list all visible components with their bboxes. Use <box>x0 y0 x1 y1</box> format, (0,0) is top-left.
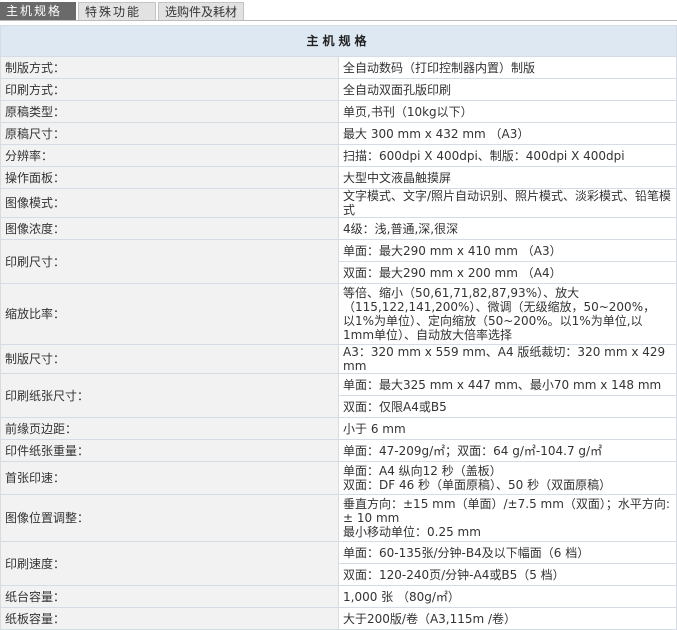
tab-main-specs[interactable]: 主机规格 <box>0 2 76 20</box>
spec-value-line: 双面：DF 46 秒（单面原稿）、50 秒（双面原稿） <box>343 478 612 492</box>
spec-value-line: 单页,书刊（10kg以下） <box>343 104 473 119</box>
spec-value: 大于200版/卷（A3,115m /卷） <box>338 607 677 630</box>
spec-value-line: 单面：47-209g/㎡；双面：64 g/㎡-104.7 g/㎡ <box>343 443 603 458</box>
spec-label: 图像模式： <box>0 188 339 218</box>
spec-value: 最大 300 mm x 432 mm （A3） <box>338 122 677 145</box>
spec-value: A3：320 mm x 559 mm、A4 版纸裁切：320 mm x 429 … <box>338 344 677 374</box>
spec-value-line: 最大 300 mm x 432 mm （A3） <box>343 126 530 141</box>
spec-value: 4级：浅,普通,深,很深 <box>338 217 677 240</box>
spec-label: 缩放比率： <box>0 283 339 345</box>
spec-row: 制版方式： 全自动数码（打印控制器内置）制版 <box>0 56 677 79</box>
spec-label: 制版方式： <box>0 56 339 79</box>
spec-label: 印刷速度： <box>0 541 339 586</box>
spec-value: 小于 6 mm <box>338 417 677 440</box>
spec-value: 单面：最大325 mm x 447 mm、最小70 mm x 148 mm <box>338 373 677 396</box>
spec-value: 文字模式、文字/照片自动识别、照片模式、淡彩模式、铅笔模式 <box>338 188 677 218</box>
spec-row: 制版尺寸： A3：320 mm x 559 mm、A4 版纸裁切：320 mm x… <box>0 344 677 374</box>
spec-value-line: 小于 6 mm <box>343 421 406 436</box>
spec-value-line: 大于200版/卷（A3,115m /卷） <box>343 611 517 626</box>
spec-label: 制版尺寸： <box>0 344 339 374</box>
spec-value-line: 文字模式、文字/照片自动识别、照片模式、淡彩模式、铅笔模式 <box>343 189 672 217</box>
spec-table: 主机规格 制版方式： 全自动数码（打印控制器内置）制版 印刷方式： 全自动双面孔版印刷… <box>0 25 677 630</box>
spec-label: 分辨率： <box>0 144 339 167</box>
spec-value-line: 扫描：600dpi X 400dpi、制版：400dpi X 400dpi <box>343 148 625 163</box>
spec-row: 纸板容量： 大于200版/卷（A3,115m /卷） <box>0 607 677 630</box>
spec-value: 大型中文液晶触摸屏 <box>338 166 677 189</box>
tab-bar: 主机规格 特殊功能 选购件及耗材 <box>0 0 677 21</box>
spec-table-title: 主机规格 <box>0 25 677 57</box>
spec-row: 原稿尺寸： 最大 300 mm x 432 mm （A3） <box>0 122 677 145</box>
tab-special-features[interactable]: 特殊功能 <box>78 2 156 20</box>
spec-row: 图像位置调整： 垂直方向：±15 mm（单面）/±7.5 mm（双面）；水平方向:… <box>0 494 677 542</box>
spec-label: 印刷尺寸： <box>0 239 339 284</box>
spec-row: 缩放比率： 等倍、缩小（50,61,71,82,87,93%）、放大（115,12… <box>0 283 677 345</box>
spec-label: 前缘页边距： <box>0 417 339 440</box>
spec-value: 1,000 张 （80g/㎡） <box>338 585 677 608</box>
spec-label: 纸台容量： <box>0 585 339 608</box>
spec-value-line: 1,000 张 （80g/㎡） <box>343 589 460 604</box>
tab-options-consumables[interactable]: 选购件及耗材 <box>158 2 244 20</box>
spec-value-line: 等倍、缩小（50,61,71,82,87,93%）、放大（115,122,141… <box>343 286 656 314</box>
spec-label: 印刷纸张尺寸： <box>0 373 339 418</box>
spec-row: 印刷纸张尺寸： 单面：最大325 mm x 447 mm、最小70 mm x 14… <box>0 373 677 418</box>
spec-label: 图像位置调整： <box>0 494 339 542</box>
spec-value: 全自动数码（打印控制器内置）制版 <box>338 56 677 79</box>
spec-value-line: 大型中文液晶触摸屏 <box>343 170 452 185</box>
spec-row: 图像模式： 文字模式、文字/照片自动识别、照片模式、淡彩模式、铅笔模式 <box>0 188 677 218</box>
spec-value: 等倍、缩小（50,61,71,82,87,93%）、放大（115,122,141… <box>338 283 677 345</box>
spec-label: 首张印速： <box>0 461 339 495</box>
spec-label: 原稿类型： <box>0 100 339 123</box>
spec-row: 分辨率： 扫描：600dpi X 400dpi、制版：400dpi X 400dp… <box>0 144 677 167</box>
spec-value-line: 垂直方向：±15 mm（单面）/±7.5 mm（双面）；水平方向: ± 10 m… <box>343 497 670 525</box>
spec-label: 印件纸张重量： <box>0 439 339 462</box>
spec-row: 操作面板： 大型中文液晶触摸屏 <box>0 166 677 189</box>
spec-value: 双面：仅限A4或B5 <box>338 395 677 418</box>
spec-row: 首张印速： 单面：A4 纵向12 秒（盖板） 双面：DF 46 秒（单面原稿）、50… <box>0 461 677 495</box>
spec-value: 单面：47-209g/㎡；双面：64 g/㎡-104.7 g/㎡ <box>338 439 677 462</box>
spec-label: 图像浓度： <box>0 217 339 240</box>
spec-value-line: 全自动数码（打印控制器内置）制版 <box>343 60 536 75</box>
spec-value: 垂直方向：±15 mm（单面）/±7.5 mm（双面）；水平方向: ± 10 m… <box>338 494 677 542</box>
spec-value-line: 以1%为单位）、定向缩放（50~200%。以1%为单位,以1mm单位）、自动放大… <box>343 314 643 342</box>
spec-table-header-row: 主机规格 <box>0 25 677 57</box>
spec-value: 单面：A4 纵向12 秒（盖板） 双面：DF 46 秒（单面原稿）、50 秒（双面… <box>338 461 677 495</box>
spec-label: 原稿尺寸： <box>0 122 339 145</box>
spec-value: 双面：120-240页/分钟-A4或B5（5 档） <box>338 563 677 586</box>
spec-value-line: 全自动双面孔版印刷 <box>343 82 452 97</box>
spec-label: 印刷方式： <box>0 78 339 101</box>
spec-label: 纸板容量： <box>0 607 339 630</box>
spec-value-line: 最小移动单位：0.25 mm <box>343 525 481 539</box>
spec-value-line: A3：320 mm x 559 mm、A4 版纸裁切：320 mm x 429 … <box>343 345 666 373</box>
spec-value-line: 4级：浅,普通,深,很深 <box>343 221 459 236</box>
spec-value: 单面：60-135张/分钟-B4及以下幅面（6 档） <box>338 541 677 564</box>
spec-row: 图像浓度： 4级：浅,普通,深,很深 <box>0 217 677 240</box>
spec-value: 双面：最大290 mm x 200 mm （A4） <box>338 261 677 284</box>
spec-row: 印刷方式： 全自动双面孔版印刷 <box>0 78 677 101</box>
spec-value: 全自动双面孔版印刷 <box>338 78 677 101</box>
spec-row: 印件纸张重量： 单面：47-209g/㎡；双面：64 g/㎡-104.7 g/㎡ <box>0 439 677 462</box>
spec-value: 单面：最大290 mm x 410 mm （A3） <box>338 239 677 262</box>
spec-row: 前缘页边距： 小于 6 mm <box>0 417 677 440</box>
spec-row: 印刷速度： 单面：60-135张/分钟-B4及以下幅面（6 档） <box>0 541 677 586</box>
spec-value-line: 单面：A4 纵向12 秒（盖板） <box>343 464 502 478</box>
spec-label: 操作面板： <box>0 166 339 189</box>
spec-value: 单页,书刊（10kg以下） <box>338 100 677 123</box>
spec-row: 纸台容量： 1,000 张 （80g/㎡） <box>0 585 677 608</box>
spec-row: 印刷尺寸： 单面：最大290 mm x 410 mm （A3） <box>0 239 677 284</box>
spec-row: 原稿类型： 单页,书刊（10kg以下） <box>0 100 677 123</box>
spec-value: 扫描：600dpi X 400dpi、制版：400dpi X 400dpi <box>338 144 677 167</box>
